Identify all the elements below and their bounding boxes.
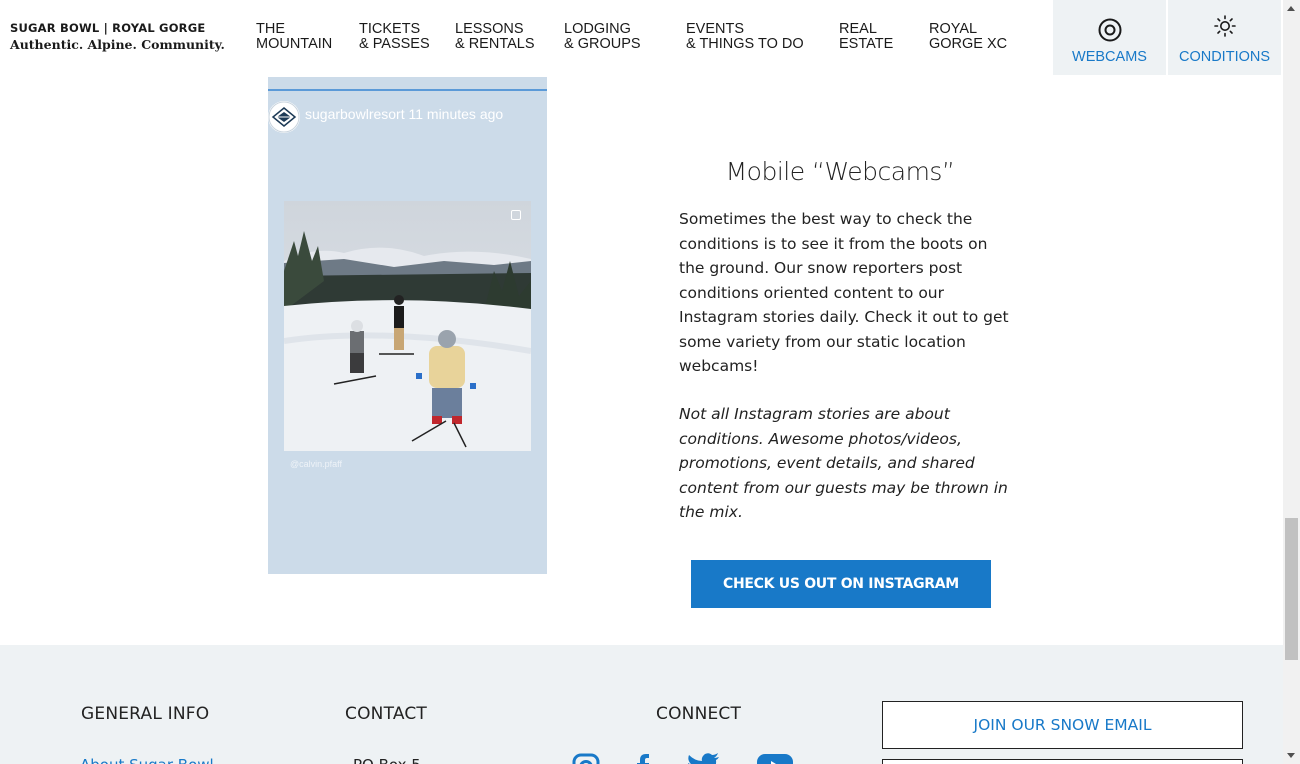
scroll-up-arrow-icon[interactable] — [1287, 6, 1295, 11]
webcam-icon — [1053, 15, 1166, 43]
nav-royal-gorge-xc[interactable]: ROYAL GORGE XC — [929, 22, 1007, 52]
about-link[interactable]: About Sugar Bowl — [80, 756, 214, 764]
instagram-cta-button[interactable]: CHECK US OUT ON INSTAGRAM — [691, 560, 991, 608]
webcams-button[interactable]: WEBCAMS — [1053, 0, 1166, 75]
footer-heading-general-info: GENERAL INFO — [81, 704, 210, 724]
conditions-label: CONDITIONS — [1178, 49, 1271, 65]
join-snow-email-button[interactable]: JOIN OUR SNOW EMAIL — [882, 701, 1243, 749]
nav-the-mountain[interactable]: THE MOUNTAIN — [256, 22, 332, 52]
footer-heading-connect: CONNECT — [656, 704, 742, 724]
logo-tagline: Authentic. Alpine. Community. — [10, 37, 225, 52]
webcams-label: WEBCAMS — [1072, 49, 1147, 65]
contact-po-box: PO Box 5 — [353, 756, 421, 764]
nav-label-line1: THE — [256, 21, 285, 37]
nav-label-line1: EVENTS — [686, 21, 745, 37]
facebook-icon[interactable] — [636, 753, 650, 764]
story-username-time: sugarbowlresort 11 minutes ago — [305, 106, 504, 122]
site-logo[interactable]: SUGAR BOWL | ROYAL GORGE Authentic. Alpi… — [10, 21, 225, 52]
nav-label-line1: ROYAL — [929, 21, 978, 37]
nav-lessons-rentals[interactable]: LESSONS & RENTALS — [455, 22, 535, 52]
twitter-icon[interactable] — [686, 753, 720, 764]
story-progress-bar — [268, 89, 547, 91]
nav-label-line2: & GROUPS — [564, 36, 641, 52]
nav-events[interactable]: EVENTS & THINGS TO DO — [686, 22, 804, 52]
disclaimer-paragraph: Not all Instagram stories are about cond… — [679, 405, 1008, 521]
intro-paragraph: Sometimes the best way to check the cond… — [679, 210, 1009, 375]
page-scrollbar[interactable] — [1283, 0, 1300, 764]
nav-label-line2: & RENTALS — [455, 36, 535, 52]
youtube-icon[interactable] — [756, 753, 794, 764]
nav-real-estate[interactable]: REAL ESTATE — [839, 22, 893, 52]
nav-label-line2: & THINGS TO DO — [686, 36, 804, 52]
nav-label-line1: LODGING — [564, 21, 631, 37]
scroll-down-arrow-icon[interactable] — [1287, 753, 1295, 758]
conditions-button[interactable]: CONDITIONS — [1168, 0, 1281, 75]
nav-label-line2: & PASSES — [359, 36, 430, 52]
nav-label-line2: GORGE XC — [929, 36, 1008, 52]
nav-lodging-groups[interactable]: LODGING & GROUPS — [564, 22, 641, 52]
logo-wordmark: SUGAR BOWL | ROYAL GORGE — [10, 21, 206, 35]
nav-label-line2: ESTATE — [839, 36, 894, 52]
instagram-icon[interactable] — [572, 753, 600, 764]
nav-label-line1: REAL — [839, 21, 877, 37]
nav-label-line2: MOUNTAIN — [256, 36, 333, 52]
story-photo — [284, 201, 531, 451]
sun-icon — [1168, 15, 1281, 43]
nav-label-line1: LESSONS — [455, 21, 524, 37]
footer-heading-contact: CONTACT — [345, 704, 428, 724]
nav-tickets-passes[interactable]: TICKETS & PASSES — [359, 22, 430, 52]
site-footer: GENERAL INFO CONTACT CONNECT About Sugar… — [0, 645, 1283, 764]
scroll-thumb[interactable] — [1285, 518, 1298, 660]
avatar — [268, 101, 300, 133]
site-header: SUGAR BOWL | ROYAL GORGE Authentic. Alpi… — [0, 0, 1283, 75]
section-title: Mobile “Webcams” — [725, 157, 955, 186]
instagram-story-embed[interactable]: sugarbowlresort 11 minutes ago @calvin.p… — [268, 77, 547, 574]
checkbox-icon — [511, 210, 521, 220]
footer-secondary-button[interactable] — [882, 759, 1243, 764]
nav-label-line1: TICKETS — [359, 21, 421, 37]
photo-credit: @calvin.pfaff — [290, 459, 342, 469]
